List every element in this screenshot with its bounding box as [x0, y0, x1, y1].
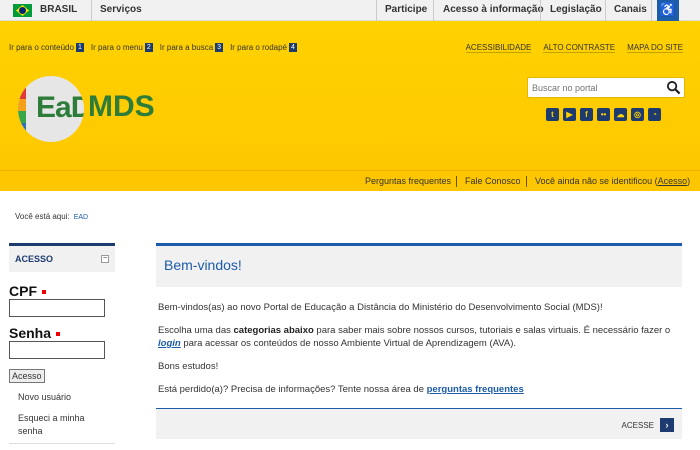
login-panel-title: ACESSO — [15, 254, 54, 264]
site-header: Ir para o conteúdo 1 Ir para o menu 2 Ir p… — [0, 21, 700, 191]
divider — [651, 0, 652, 21]
soundcloud-icon[interactable]: ☁ — [614, 108, 627, 121]
divider — [376, 0, 377, 21]
brasil-link[interactable]: BRASIL — [40, 4, 77, 15]
canais-link[interactable]: Canais — [614, 4, 647, 15]
cpf-label: CPF — [9, 284, 115, 298]
search-box — [527, 77, 685, 98]
required-marker-icon — [56, 332, 61, 337]
minimize-icon[interactable]: − — [101, 255, 109, 263]
breadcrumb: Você está aqui: EAD — [15, 212, 88, 221]
services-link[interactable]: Serviços — [100, 4, 142, 15]
contact-link[interactable]: Fale Conosco — [465, 176, 521, 186]
login-panel: ACESSO − CPF Senha Acesso Novo usuário E… — [9, 243, 115, 444]
accessibility-link[interactable]: ACESSIBILIDADE — [465, 43, 532, 53]
breadcrumb-label: Você está aqui: — [15, 212, 70, 221]
social-links: t ▶ f •• ☁ ◎ ◔ — [546, 108, 661, 121]
divider — [433, 0, 434, 21]
secondary-nav: Perguntas frequentes Fale Conosco Você a… — [0, 170, 700, 191]
legislacao-link[interactable]: Legislação — [550, 4, 602, 15]
new-user-link[interactable]: Novo usuário — [9, 391, 115, 404]
acesso-informacao-link[interactable]: Acesso à informação — [443, 4, 544, 15]
divider — [605, 0, 606, 21]
divider — [91, 0, 92, 21]
rss-icon[interactable]: ◔ — [648, 108, 661, 121]
skip-links: Ir para o conteúdo 1 Ir para o menu 2 Ir p… — [9, 43, 300, 52]
login-panel-header: ACESSO − — [9, 246, 115, 272]
welcome-panel: Bem-vindos! Bem-vindos(as) ao novo Porta… — [156, 243, 682, 439]
password-label: Senha — [9, 326, 115, 340]
gov-top-bar: BRASIL Serviços Participe Acesso à infor… — [0, 0, 700, 21]
login-status: Você ainda não se identificou (Acesso) — [535, 176, 691, 186]
search-input[interactable] — [532, 78, 662, 98]
cpf-input[interactable] — [9, 299, 105, 317]
breadcrumb-ead-link[interactable]: EAD — [74, 214, 88, 221]
login-status-link[interactable]: Acesso — [658, 176, 688, 186]
acesse-link[interactable]: ACESSE — [622, 421, 654, 430]
ead-logo[interactable]: EaD — [18, 76, 84, 142]
login-submit-button[interactable]: Acesso — [9, 369, 45, 383]
top-utility-links: ACESSIBILIDADE ALTO CONTRASTE MAPA DO SI… — [465, 43, 683, 53]
twitter-icon[interactable]: t — [546, 108, 559, 121]
flickr-icon[interactable]: •• — [597, 108, 610, 121]
youtube-icon[interactable]: ▶ — [563, 108, 576, 121]
divider — [526, 176, 527, 187]
accessibility-icon[interactable]: ♿ — [657, 0, 679, 21]
divider — [540, 0, 541, 21]
instagram-icon[interactable]: ◎ — [631, 108, 644, 121]
welcome-paragraph: Bem-vindos(as) ao novo Portal de Educaçã… — [158, 302, 603, 313]
help-paragraph: Está perdido(a)? Precisa de informações?… — [158, 384, 524, 395]
password-input[interactable] — [9, 341, 105, 359]
skip-to-footer-link[interactable]: Ir para o rodapé 4 — [230, 43, 297, 52]
good-studies-text: Bons estudos! — [158, 361, 219, 372]
faq-body-link[interactable]: perguntas frequentes — [427, 384, 524, 395]
skip-to-menu-link[interactable]: Ir para o menu 2 — [91, 43, 153, 52]
divider — [456, 176, 457, 187]
search-icon[interactable] — [666, 80, 681, 95]
high-contrast-link[interactable]: ALTO CONTRASTE — [543, 43, 616, 53]
brazil-flag-icon[interactable] — [13, 4, 32, 17]
forgot-password-link[interactable]: Esqueci a minha senha — [9, 412, 99, 438]
arrow-right-icon[interactable]: › — [660, 418, 674, 432]
logo-mds-text[interactable]: MDS — [88, 90, 155, 124]
participe-link[interactable]: Participe — [385, 4, 427, 15]
faq-link[interactable]: Perguntas frequentes — [365, 176, 451, 186]
skip-to-search-link[interactable]: Ir para a busca 3 — [160, 43, 224, 52]
site-map-link[interactable]: MAPA DO SITE — [627, 43, 683, 53]
panel-footer: ACESSE › — [156, 408, 682, 439]
login-link[interactable]: login — [158, 338, 181, 349]
facebook-icon[interactable]: f — [580, 108, 593, 121]
logo-ead-text: EaD — [36, 91, 84, 124]
welcome-title: Bem-vindos! — [156, 246, 682, 287]
categories-paragraph: Escolha uma das categorias abaixo para s… — [158, 325, 671, 349]
required-marker-icon — [42, 290, 46, 295]
skip-to-content-link[interactable]: Ir para o conteúdo 1 — [9, 43, 84, 52]
